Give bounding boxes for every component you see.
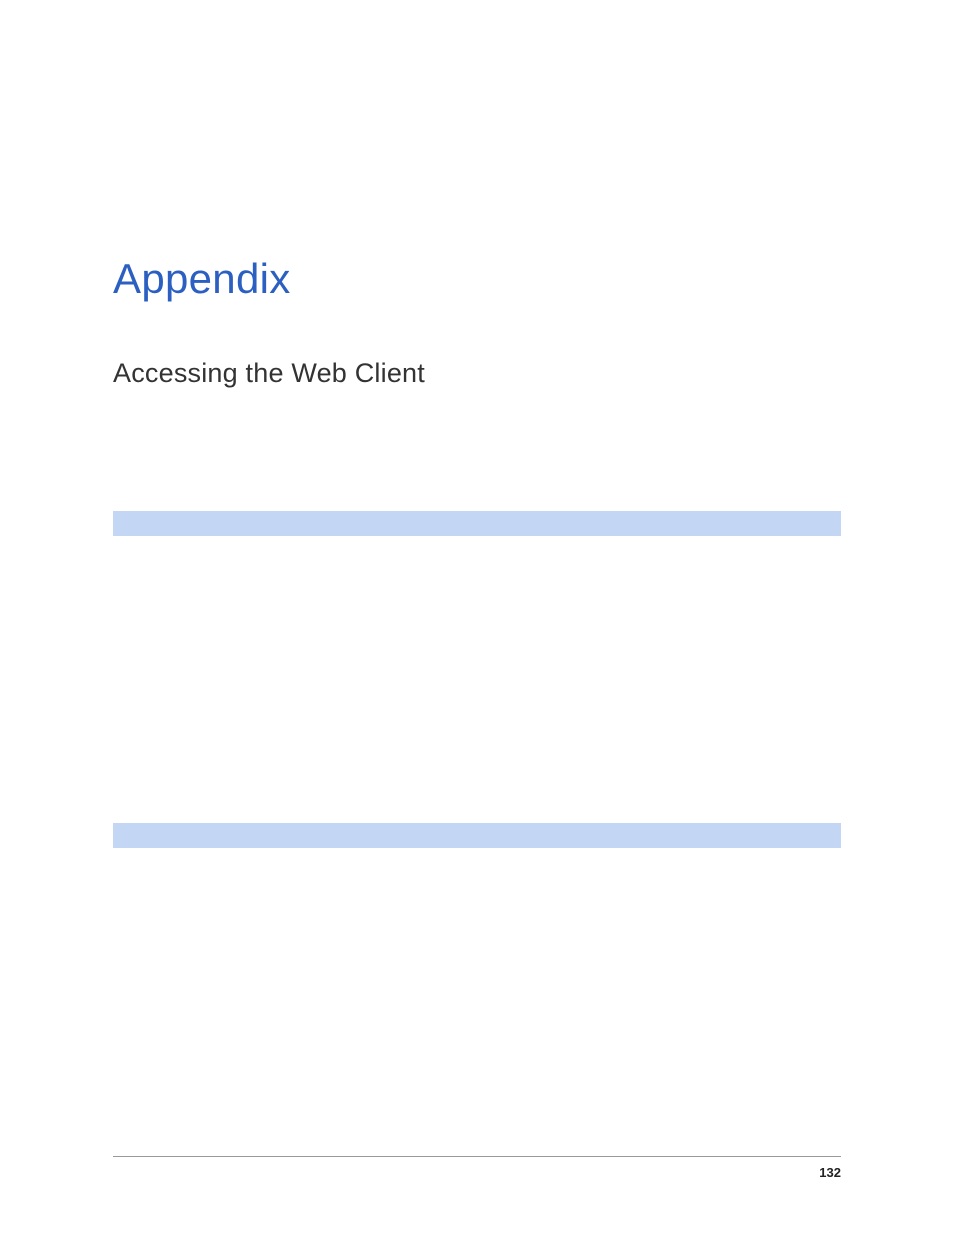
page-title: Appendix xyxy=(113,255,841,303)
separator-bar-2 xyxy=(113,823,841,848)
page-number: 132 xyxy=(819,1165,841,1180)
separator-bar-1 xyxy=(113,511,841,536)
page-content: Appendix Accessing the Web Client xyxy=(113,0,841,1235)
section-heading: Accessing the Web Client xyxy=(113,358,841,389)
footer-rule xyxy=(113,1156,841,1157)
